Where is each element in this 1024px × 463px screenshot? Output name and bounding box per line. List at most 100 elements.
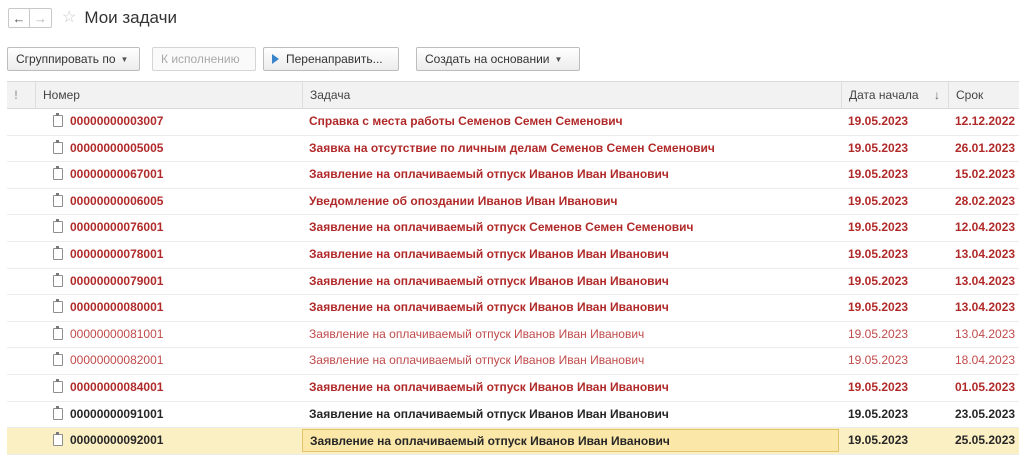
cell-start-date: 19.05.2023 <box>848 167 909 182</box>
cell-start-date: 19.05.2023 <box>848 379 909 394</box>
table-row[interactable]: 00000000076001 Заявление на оплачиваемый … <box>7 215 1019 242</box>
cell-number: 00000000078001 <box>70 246 164 261</box>
redirect-label: Перенаправить... <box>286 52 383 66</box>
task-document-icon <box>53 432 63 447</box>
group-by-button[interactable]: Сгруппировать по ▼ <box>7 47 140 71</box>
arrow-left-icon: ← <box>12 10 26 26</box>
table-row[interactable]: 00000000006005 Уведомление об опоздании И… <box>7 189 1019 216</box>
chevron-down-icon: ▼ <box>554 54 563 64</box>
title-bar: ← → ☆ Мои задачи <box>8 5 177 31</box>
cell-task: Заявление на оплачиваемый отпуск Иванов … <box>309 379 669 394</box>
cell-task: Заявление на оплачиваемый отпуск Иванов … <box>302 429 839 453</box>
cell-task: Заявление на оплачиваемый отпуск Иванов … <box>309 246 669 261</box>
cell-number: 00000000092001 <box>70 433 164 448</box>
cell-due: 13.04.2023 <box>955 326 1016 341</box>
column-header-task[interactable]: Задача <box>302 82 841 108</box>
table-row[interactable]: 00000000067001 Заявление на оплачиваемый … <box>7 162 1019 189</box>
table-row[interactable]: 00000000003007 Справка с места работы Сем… <box>7 109 1019 136</box>
table-header: ! Номер Задача Дата начала ↓ Срок <box>7 82 1019 109</box>
cell-start-date: 19.05.2023 <box>848 326 909 341</box>
cell-number: 00000000076001 <box>70 220 164 235</box>
cell-number: 00000000006005 <box>70 193 164 208</box>
cell-task: Заявление на оплачиваемый отпуск Иванов … <box>309 300 669 315</box>
cell-due: 26.01.2023 <box>955 140 1016 155</box>
chevron-down-icon: ▼ <box>120 54 129 64</box>
cell-task: Заявление на оплачиваемый отпуск Иванов … <box>309 353 645 368</box>
sort-descending-icon: ↓ <box>934 88 940 102</box>
column-header-number[interactable]: Номер <box>35 82 302 108</box>
cell-number: 00000000080001 <box>70 300 164 315</box>
table-row[interactable]: 00000000091001 Заявление на оплачиваемый … <box>7 402 1019 429</box>
cell-task: Заявление на оплачиваемый отпуск Семенов… <box>309 220 694 235</box>
task-document-icon <box>53 272 63 287</box>
back-button[interactable]: ← <box>8 8 30 28</box>
cell-due: 28.02.2023 <box>955 193 1016 208</box>
cell-start-date: 19.05.2023 <box>848 114 909 128</box>
cell-start-date: 19.05.2023 <box>848 273 909 288</box>
cell-number: 00000000079001 <box>70 273 164 288</box>
task-document-icon <box>53 219 63 234</box>
cell-task: Заявление на оплачиваемый отпуск Иванов … <box>309 167 669 182</box>
cell-due: 13.04.2023 <box>955 300 1016 315</box>
cell-due: 13.04.2023 <box>955 273 1016 288</box>
table-row[interactable]: 00000000080001 Заявление на оплачиваемый … <box>7 295 1019 322</box>
cell-start-date: 19.05.2023 <box>848 246 909 261</box>
table-row[interactable]: 00000000092001 Заявление на оплачиваемый … <box>7 428 1019 455</box>
cell-start-date: 19.05.2023 <box>848 353 909 368</box>
tasks-table: ! Номер Задача Дата начала ↓ Срок 000000… <box>7 81 1019 455</box>
cell-task: Заявка на отсутствие по личным делам Сем… <box>309 140 715 155</box>
cell-start-date: 19.05.2023 <box>848 140 909 155</box>
cell-due: 15.02.2023 <box>955 167 1016 182</box>
column-header-due[interactable]: Срок <box>948 82 1019 108</box>
cell-due: 12.12.2022 <box>955 114 1016 128</box>
cell-start-date: 19.05.2023 <box>848 300 909 315</box>
cell-task: Уведомление об опоздании Иванов Иван Ива… <box>309 193 618 208</box>
task-document-icon <box>53 113 63 127</box>
redirect-arrow-icon <box>272 54 279 64</box>
cell-task: Заявление на оплачиваемый отпуск Иванов … <box>309 326 645 341</box>
execute-button[interactable]: К исполнению <box>152 47 256 71</box>
cell-start-date: 19.05.2023 <box>848 433 909 448</box>
page-title: Мои задачи <box>84 8 177 27</box>
task-document-icon <box>53 245 63 260</box>
task-document-icon <box>53 325 63 340</box>
cell-start-date: 19.05.2023 <box>848 220 909 235</box>
task-document-icon <box>53 192 63 207</box>
cell-due: 13.04.2023 <box>955 246 1016 261</box>
cell-number: 00000000091001 <box>70 406 164 421</box>
cell-due: 18.04.2023 <box>955 353 1016 368</box>
favorite-star-icon[interactable]: ☆ <box>62 10 76 26</box>
table-body: 00000000003007 Справка с места работы Сем… <box>7 109 1019 455</box>
cell-task: Заявление на оплачиваемый отпуск Иванов … <box>309 273 669 288</box>
column-header-flag[interactable]: ! <box>7 82 35 108</box>
column-header-start-date[interactable]: Дата начала ↓ <box>841 82 948 108</box>
cell-number: 00000000067001 <box>70 167 164 182</box>
redirect-button[interactable]: Перенаправить... <box>263 47 399 71</box>
table-row[interactable]: 00000000078001 Заявление на оплачиваемый … <box>7 242 1019 269</box>
task-document-icon <box>53 405 63 420</box>
cell-due: 23.05.2023 <box>955 406 1016 421</box>
task-document-icon <box>53 299 63 314</box>
create-based-on-button[interactable]: Создать на основании ▼ <box>416 47 580 71</box>
table-row[interactable]: 00000000084001 Заявление на оплачиваемый … <box>7 375 1019 402</box>
cell-number: 00000000082001 <box>70 353 164 368</box>
table-row[interactable]: 00000000079001 Заявление на оплачиваемый … <box>7 269 1019 296</box>
cell-due: 12.04.2023 <box>955 220 1016 235</box>
create-based-on-label: Создать на основании <box>425 52 550 66</box>
table-row[interactable]: 00000000081001 Заявление на оплачиваемый … <box>7 322 1019 349</box>
task-document-icon <box>53 352 63 367</box>
cell-task: Заявление на оплачиваемый отпуск Иванов … <box>309 406 669 421</box>
cell-due: 01.05.2023 <box>955 379 1016 394</box>
execute-label: К исполнению <box>161 52 240 66</box>
cell-task: Справка с места работы Семенов Семен Сем… <box>309 114 623 128</box>
table-row[interactable]: 00000000005005 Заявка на отсутствие по ли… <box>7 136 1019 163</box>
cell-number: 00000000081001 <box>70 326 164 341</box>
cell-start-date: 19.05.2023 <box>848 406 909 421</box>
cell-due: 25.05.2023 <box>955 433 1016 448</box>
task-document-icon <box>53 378 63 393</box>
cell-number: 00000000005005 <box>70 140 164 155</box>
forward-button[interactable]: → <box>30 8 52 28</box>
table-row[interactable]: 00000000082001 Заявление на оплачиваемый … <box>7 348 1019 375</box>
task-document-icon <box>53 139 63 154</box>
group-by-label: Сгруппировать по <box>16 52 116 66</box>
